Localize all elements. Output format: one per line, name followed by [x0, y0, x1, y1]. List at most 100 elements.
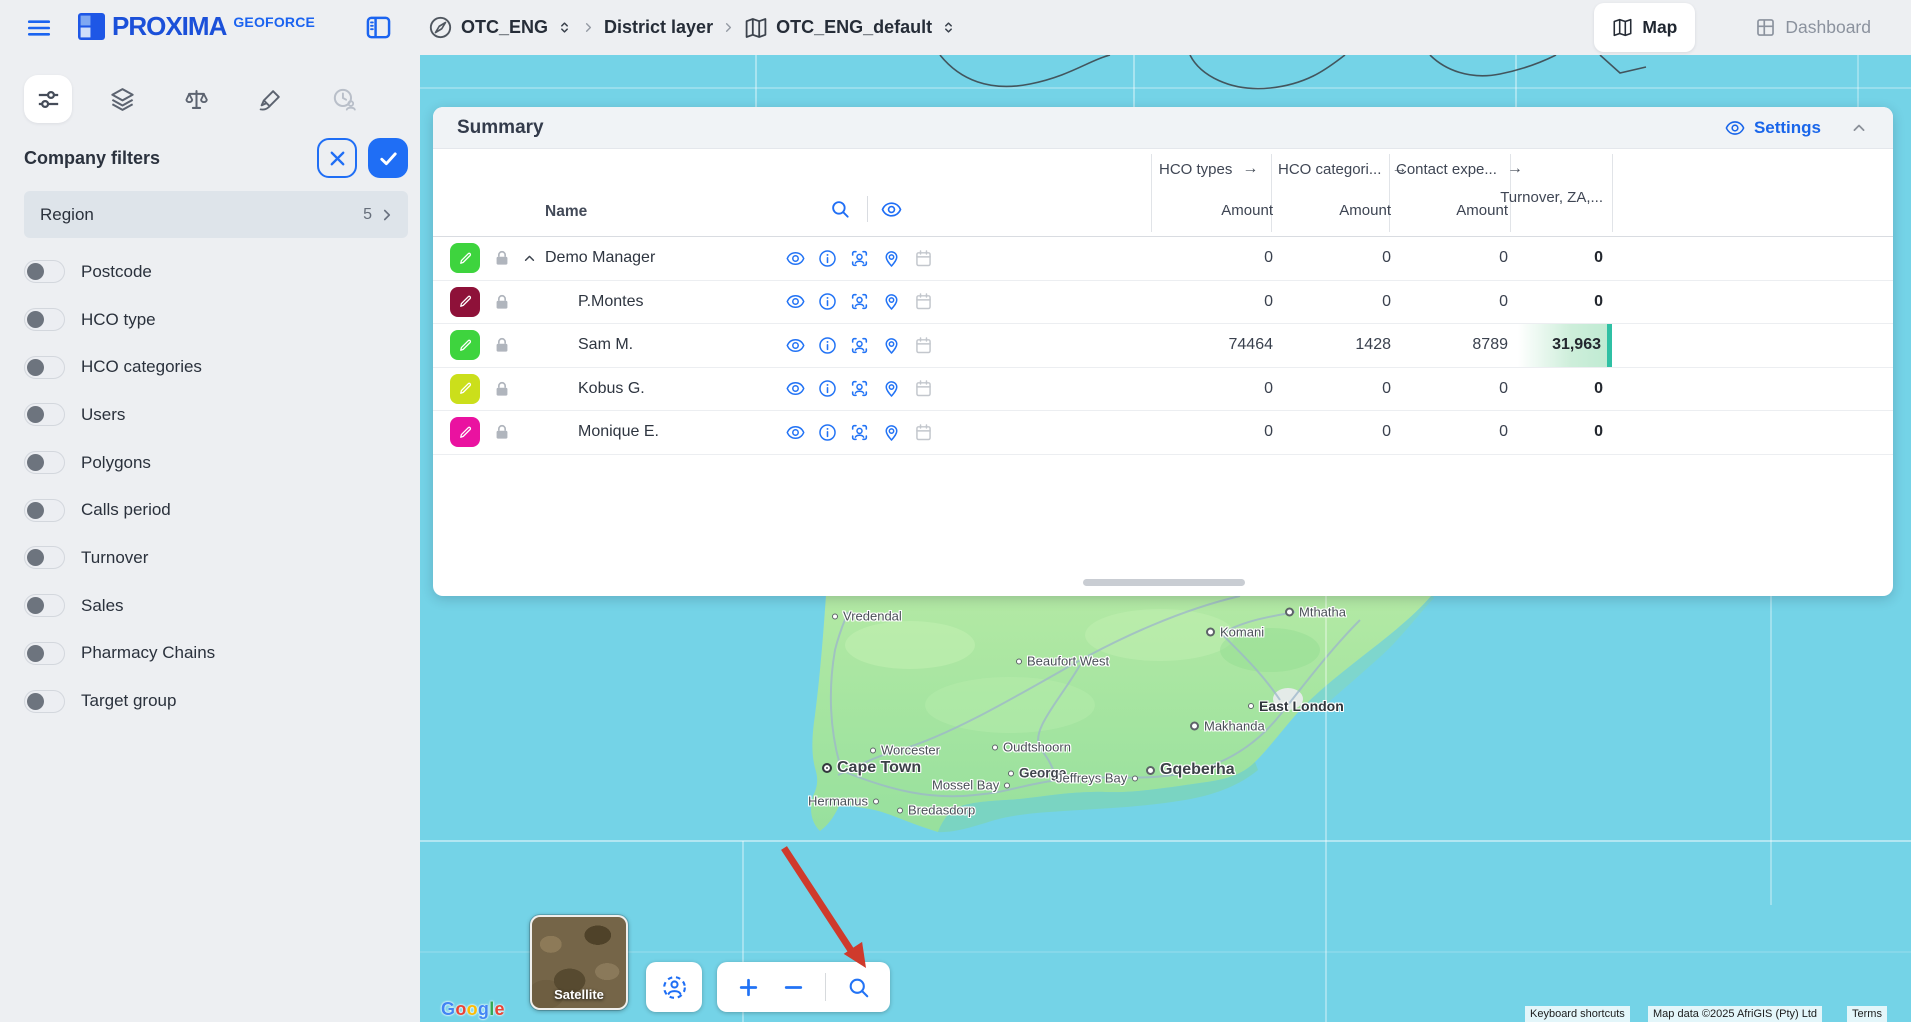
toggle-knob [27, 597, 44, 614]
zoom-in-button[interactable] [736, 975, 761, 1000]
info-button[interactable] [817, 291, 838, 312]
apply-filters-button[interactable] [368, 138, 408, 178]
sales-toggle[interactable] [24, 594, 65, 617]
summary-row[interactable]: Monique E. 0 0 0 0 [433, 411, 1893, 455]
show-on-map-button[interactable] [785, 422, 806, 443]
top-bar: PROXIMA GEOFORCE OTC_ENG District layer … [0, 0, 1911, 55]
summary-row[interactable]: Demo Manager 0 0 0 0 [433, 237, 1893, 281]
row-actions [785, 368, 934, 411]
terms-link[interactable]: Terms [1847, 1006, 1887, 1022]
show-on-map-button[interactable] [785, 378, 806, 399]
locate-pin-button[interactable] [881, 248, 902, 269]
history-tool-button[interactable] [320, 75, 368, 123]
forward-arrow-icon[interactable]: → [1507, 160, 1523, 178]
focus-user-button[interactable] [849, 248, 870, 269]
filters-tool-button[interactable] [24, 75, 72, 123]
info-button[interactable] [817, 248, 838, 269]
edit-color-button[interactable] [450, 243, 480, 273]
show-on-map-button[interactable] [785, 248, 806, 269]
logo-icon [78, 13, 105, 40]
calendar-button[interactable] [913, 378, 934, 399]
locate-pin-button[interactable] [881, 378, 902, 399]
summary-row[interactable]: Sam M. 74464 1428 8789 31,963 [433, 324, 1893, 368]
column-group-hco-types[interactable]: HCO types→ [1159, 160, 1258, 178]
region-filter-row[interactable]: Region 5 [24, 191, 408, 238]
filter-row-users: Users [24, 391, 408, 439]
locate-pin-button[interactable] [881, 291, 902, 312]
filter-row-sales: Sales [24, 582, 408, 630]
hco-categories-toggle[interactable] [24, 356, 65, 379]
toggle-knob [27, 406, 44, 423]
info-button[interactable] [817, 335, 838, 356]
collapse-row-icon[interactable] [521, 250, 538, 267]
polygons-toggle[interactable] [24, 451, 65, 474]
calendar-button[interactable] [913, 335, 934, 356]
project-sort-icon[interactable] [556, 19, 573, 36]
edit-color-button[interactable] [450, 287, 480, 317]
forward-arrow-icon[interactable]: → [1242, 160, 1258, 178]
layers-tool-button[interactable] [98, 75, 146, 123]
town-marker-icon [1190, 722, 1199, 731]
search-icon[interactable] [829, 198, 851, 220]
edit-color-button[interactable] [450, 417, 480, 447]
summary-row[interactable]: P.Montes 0 0 0 0 [433, 281, 1893, 325]
edit-color-button[interactable] [450, 374, 480, 404]
menu-icon[interactable] [26, 15, 52, 41]
breadcrumb-section[interactable]: District layer [604, 17, 713, 38]
summary-row[interactable]: Kobus G. 0 0 0 0 [433, 368, 1893, 412]
focus-user-button[interactable] [849, 291, 870, 312]
dashboard-view-button[interactable]: Dashboard [1737, 3, 1889, 52]
calendar-button[interactable] [913, 422, 934, 443]
pencil-icon [456, 336, 475, 355]
hco-type-toggle[interactable] [24, 308, 65, 331]
focus-user-button[interactable] [849, 378, 870, 399]
info-button[interactable] [817, 378, 838, 399]
clear-filters-button[interactable] [317, 138, 357, 178]
settings-button[interactable]: Settings [1724, 117, 1821, 139]
map-view-button[interactable]: Map [1594, 3, 1695, 52]
turnover-toggle[interactable] [24, 546, 65, 569]
breadcrumb-project[interactable]: OTC_ENG [461, 17, 548, 38]
horizontal-scrollbar[interactable] [1083, 579, 1245, 586]
show-on-map-button[interactable] [785, 291, 806, 312]
breadcrumb-layer[interactable]: OTC_ENG_default [776, 17, 932, 38]
edit-color-button[interactable] [450, 330, 480, 360]
view-switcher: Map Dashboard [1594, 0, 1889, 55]
locate-pin-button[interactable] [881, 335, 902, 356]
show-on-map-button[interactable] [785, 335, 806, 356]
locate-me-button[interactable] [646, 962, 702, 1012]
chevron-up-icon [1849, 118, 1869, 138]
users-toggle[interactable] [24, 403, 65, 426]
zoom-out-button[interactable] [781, 975, 806, 1000]
row-name: Kobus G. [578, 380, 645, 398]
zoom-to-search-button[interactable] [846, 975, 871, 1000]
row-actions [785, 324, 934, 367]
eye-icon [785, 378, 806, 399]
info-button[interactable] [817, 422, 838, 443]
collapse-panel-button[interactable] [1849, 118, 1869, 138]
balance-tool-button[interactable] [172, 75, 220, 123]
calendar-button[interactable] [913, 248, 934, 269]
keyboard-shortcuts-link[interactable]: Keyboard shortcuts [1525, 1006, 1630, 1022]
column-turnover[interactable]: Turnover, ZA,... [1500, 189, 1603, 206]
highlighter-tool-button[interactable] [246, 75, 294, 123]
focus-user-button[interactable] [849, 335, 870, 356]
town-marker-icon [1206, 628, 1215, 637]
panel-toggle-icon[interactable] [365, 14, 392, 41]
map-label-town: Oudtshoorn [992, 740, 1071, 755]
locate-pin-button[interactable] [881, 422, 902, 443]
eye-icon [785, 291, 806, 312]
target-group-toggle[interactable] [24, 690, 65, 713]
column-group-hco-categories[interactable]: HCO categori...→ [1278, 160, 1407, 178]
satellite-layer-toggle[interactable]: Satellite [530, 915, 628, 1010]
layer-sort-icon[interactable] [940, 19, 957, 36]
toggle-knob [27, 263, 44, 280]
calls-period-toggle[interactable] [24, 499, 65, 522]
column-group-contact-expenses[interactable]: Contact expe...→ [1396, 160, 1523, 178]
visibility-icon[interactable] [880, 198, 903, 221]
postcode-toggle[interactable] [24, 260, 65, 283]
focus-user-button[interactable] [849, 422, 870, 443]
pharmacy-chains-toggle[interactable] [24, 642, 65, 665]
toggle-knob [27, 311, 44, 328]
calendar-button[interactable] [913, 291, 934, 312]
